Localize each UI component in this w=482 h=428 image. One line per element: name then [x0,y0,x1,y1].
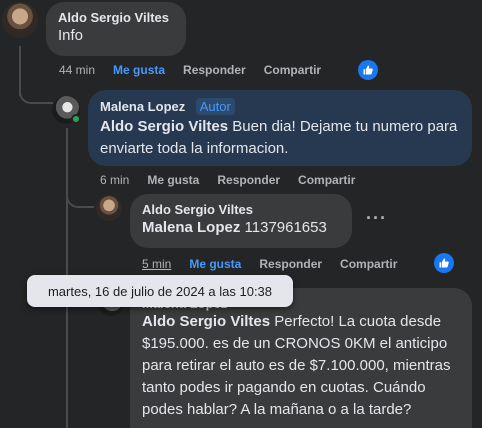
thread-connector-1 [19,60,53,104]
share-button[interactable]: Compartir [264,63,321,77]
thumbs-up-icon[interactable] [358,60,378,80]
reply-button[interactable]: Responder [259,257,322,271]
online-status-dot [71,114,81,124]
comment-actions: 6 min Me gusta Responder Compartir [100,173,373,187]
more-options-icon[interactable]: ··· [366,208,387,229]
mention-link[interactable]: Aldo Sergio Viltes [142,313,270,330]
share-button[interactable]: Compartir [298,173,355,187]
like-button[interactable]: Me gusta [147,173,199,187]
timestamp[interactable]: 6 min [100,173,129,187]
comment-text: Aldo Sergio Viltes Buen dia! Dejame tu n… [100,118,458,157]
comment-text: Malena Lopez 1137961653 [142,219,327,236]
comment-bubble: Malena Lopez Autor Aldo Sergio Viltes Bu… [88,90,472,166]
avatar[interactable] [2,2,38,38]
reply-button[interactable]: Responder [217,173,280,187]
thumbs-up-icon[interactable] [434,253,454,273]
like-button[interactable]: Me gusta [189,257,241,271]
comment-author[interactable]: Aldo Sergio Viltes [58,10,174,25]
comment-text: Info [58,27,84,44]
share-button[interactable]: Compartir [340,257,397,271]
comment-author[interactable]: Aldo Sergio Viltes [142,202,340,217]
comment-bubble: Malena Lopez Aldo Sergio Viltes Perfecto… [130,288,472,428]
comment-actions: 44 min Me gusta Responder Compartir [59,63,339,77]
timestamp-tooltip: martes, 16 de julio de 2024 a las 10:38 [27,275,293,307]
like-button[interactable]: Me gusta [113,63,165,77]
comment-bubble: Aldo Sergio Viltes Malena Lopez 11379616… [130,194,352,248]
mention-link[interactable]: Aldo Sergio Viltes [100,118,228,135]
author-badge: Autor [195,98,235,115]
comment-bubble: Aldo Sergio Viltes Info [46,2,186,56]
timestamp[interactable]: 5 min [142,257,171,271]
comment-actions: 5 min Me gusta Responder Compartir [142,257,415,271]
comment-text: Aldo Sergio Viltes Perfecto! La cuota de… [142,313,451,418]
timestamp[interactable]: 44 min [59,63,95,77]
reply-button[interactable]: Responder [183,63,246,77]
thread-connector-2 [66,180,94,208]
mention-link[interactable]: Malena Lopez [142,219,240,236]
avatar[interactable] [96,195,122,221]
comment-author[interactable]: Malena Lopez [100,99,185,114]
